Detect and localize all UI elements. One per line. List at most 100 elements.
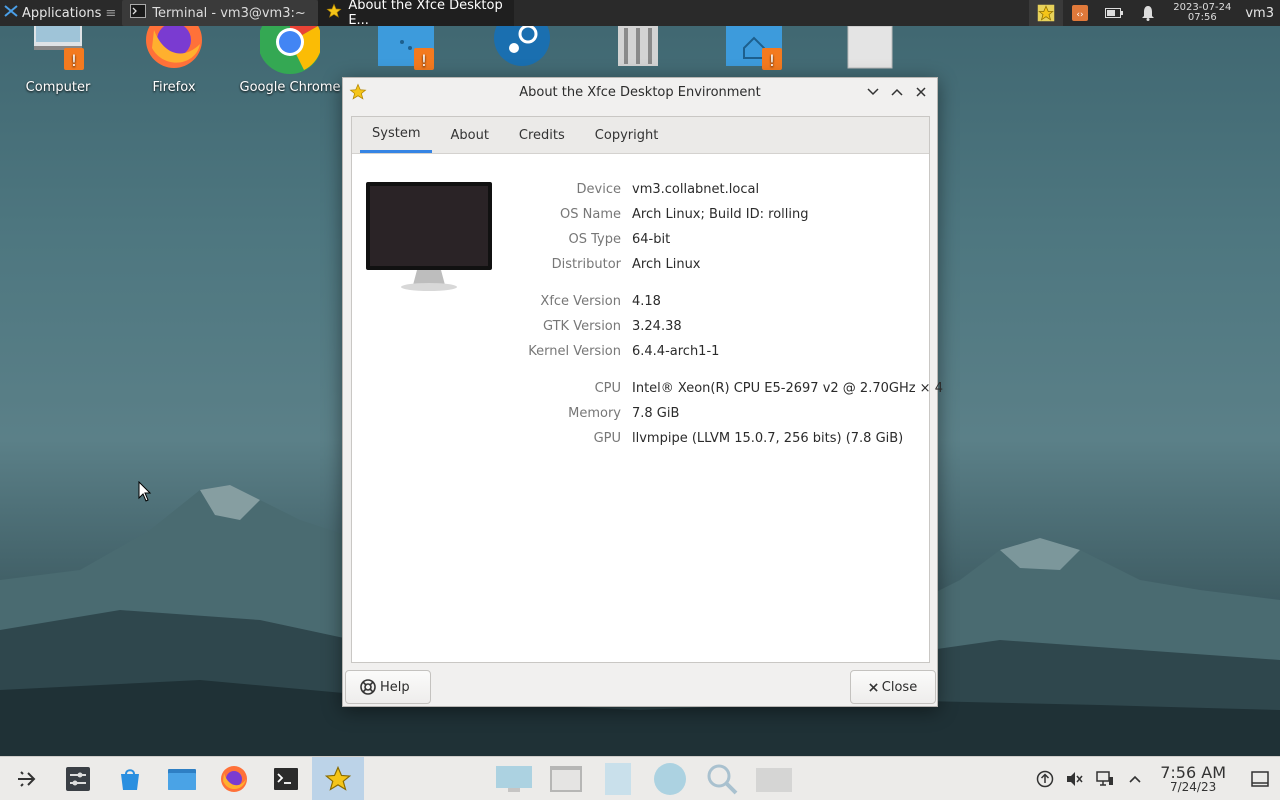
info-key: CPU (594, 381, 621, 396)
desktop-icon-file[interactable] (812, 25, 928, 74)
tray-updates[interactable]: ‹› (1063, 0, 1097, 26)
close-label: Close (881, 679, 918, 695)
desktop-icon-folder[interactable]: ! (348, 26, 464, 74)
desktop-icon-label: Firefox (152, 80, 196, 95)
task-terminal[interactable]: Terminal - vm3@vm3:~ (122, 0, 319, 26)
applications-label: Applications (22, 5, 102, 21)
help-button[interactable]: Help (345, 670, 431, 704)
star-icon (326, 3, 342, 23)
star-icon (324, 765, 352, 791)
trash-icon (618, 26, 658, 66)
desktop-icon-steam[interactable] (464, 10, 580, 74)
star-icon (1037, 4, 1055, 22)
tray-battery[interactable] (1097, 0, 1131, 26)
minimize-button[interactable] (863, 82, 883, 102)
svg-text:!: ! (421, 51, 427, 70)
info-value: vm3.collabnet.local (632, 182, 760, 197)
top-panel: Applications ≡ Terminal - vm3@vm3:~ Abou… (0, 0, 1280, 28)
desktop-icon-chrome[interactable]: Google Chrome (232, 9, 348, 95)
close-icon (869, 682, 878, 692)
info-key: OS Type (568, 232, 621, 247)
info-row-gpu: GPU llvmpipe (LLVM 15.0.7, 256 bits) (7.… (352, 431, 931, 451)
bottom-panel: 7:56 AM 7/24/23 (0, 756, 1280, 800)
menu-separator-icon: ≡ (105, 5, 117, 21)
dock-ghost-item (540, 757, 592, 800)
launcher-menu[interactable] (0, 757, 52, 800)
info-value: 7.8 GiB (632, 406, 680, 421)
launcher-settings[interactable] (52, 757, 104, 800)
info-key: Xfce Version (540, 294, 621, 309)
desktop-icon-firefox[interactable]: Firefox (116, 12, 232, 95)
tab-credits[interactable]: Credits (507, 117, 577, 153)
bottom-clock[interactable]: 7:56 AM 7/24/23 (1150, 764, 1240, 794)
upload-icon (1036, 770, 1054, 788)
close-icon (916, 87, 926, 97)
task-terminal-label: Terminal - vm3@vm3:~ (152, 5, 306, 21)
info-row-xfce-version: Xfce Version 4.18 (352, 294, 931, 314)
info-row-gtk-version: GTK Version 3.24.38 (352, 319, 931, 339)
folder-icon (756, 768, 792, 792)
info-value: llvmpipe (LLVM 15.0.7, 256 bits) (7.8 Gi… (632, 431, 904, 446)
tray-volume[interactable] (1060, 771, 1090, 787)
applications-menu[interactable]: Applications ≡ (0, 0, 122, 26)
info-row-memory: Memory 7.8 GiB (352, 406, 931, 426)
info-value: Arch Linux; Build ID: rolling (632, 207, 809, 222)
launcher-file-manager[interactable] (156, 757, 208, 800)
info-row-kernel-version: Kernel Version 6.4.4-arch1-1 (352, 344, 931, 364)
desktop-icon-home[interactable]: ! (696, 26, 812, 74)
help-label: Help (380, 679, 410, 695)
tray-display[interactable] (1090, 771, 1120, 787)
tab-system[interactable]: System (360, 117, 433, 153)
bell-icon (1142, 6, 1155, 21)
desktop-icon-trash[interactable] (580, 26, 696, 74)
bottom-clock-date: 7/24/23 (1169, 780, 1217, 794)
dock-ghost-item (644, 757, 696, 800)
window-icon (550, 766, 582, 792)
info-value: 6.4.4-arch1-1 (632, 344, 720, 359)
desktop-icon-computer[interactable]: ! Computer (0, 26, 116, 95)
folder-icon: ! (378, 26, 434, 70)
launcher-terminal[interactable] (260, 757, 312, 800)
file-icon (847, 25, 893, 69)
tray-network-upload[interactable] (1030, 770, 1060, 788)
tray-notifications[interactable] (1131, 0, 1165, 26)
settings-icon (66, 766, 90, 791)
folder-icon (168, 768, 196, 790)
info-key: Device (576, 182, 621, 197)
tray-xfce-about[interactable] (1029, 0, 1064, 26)
show-desktop-button[interactable] (1240, 771, 1280, 787)
desktop-icon-label: Computer (25, 80, 91, 95)
app-menu-icon (18, 770, 36, 787)
info-row-cpu: CPU Intel® Xeon(R) CPU E5-2697 v2 @ 2.70… (352, 381, 943, 401)
launcher-software-store[interactable] (104, 757, 156, 800)
tab-copyright[interactable]: Copyright (583, 117, 671, 153)
info-key: Memory (568, 406, 621, 421)
svg-text:!: ! (769, 51, 775, 70)
task-about-xfce[interactable]: About the Xfce Desktop E... (318, 0, 515, 28)
close-button[interactable]: Close (850, 670, 936, 704)
top-clock[interactable]: 2023-07-24 07:56 (1165, 3, 1239, 23)
user-menu[interactable]: vm3 (1239, 6, 1280, 21)
dialog-titlebar[interactable]: About the Xfce Desktop Environment (343, 78, 937, 106)
svg-text:‹›: ‹› (1077, 10, 1084, 20)
launcher-about-xfce[interactable] (312, 756, 364, 800)
info-row-os-type: OS Type 64-bit (352, 232, 931, 252)
about-xfce-dialog: About the Xfce Desktop Environment Syste… (342, 77, 943, 707)
launcher-firefox[interactable] (208, 757, 260, 800)
close-window-button[interactable] (911, 82, 931, 102)
chevron-up-icon (891, 88, 903, 96)
update-icon: ‹› (1072, 5, 1089, 21)
svg-text:!: ! (71, 51, 77, 70)
battery-icon (1105, 8, 1124, 18)
tab-about[interactable]: About (438, 117, 500, 153)
search-icon (707, 764, 738, 795)
maximize-button[interactable] (887, 82, 907, 102)
info-value: 64-bit (632, 232, 671, 247)
info-key: Distributor (551, 257, 621, 272)
tray-expand[interactable] (1120, 774, 1150, 784)
info-key: GPU (593, 431, 621, 446)
info-value: Arch Linux (632, 257, 701, 272)
firefox-icon (221, 765, 247, 792)
store-bag-icon (121, 768, 139, 790)
info-value: 3.24.38 (632, 319, 682, 334)
